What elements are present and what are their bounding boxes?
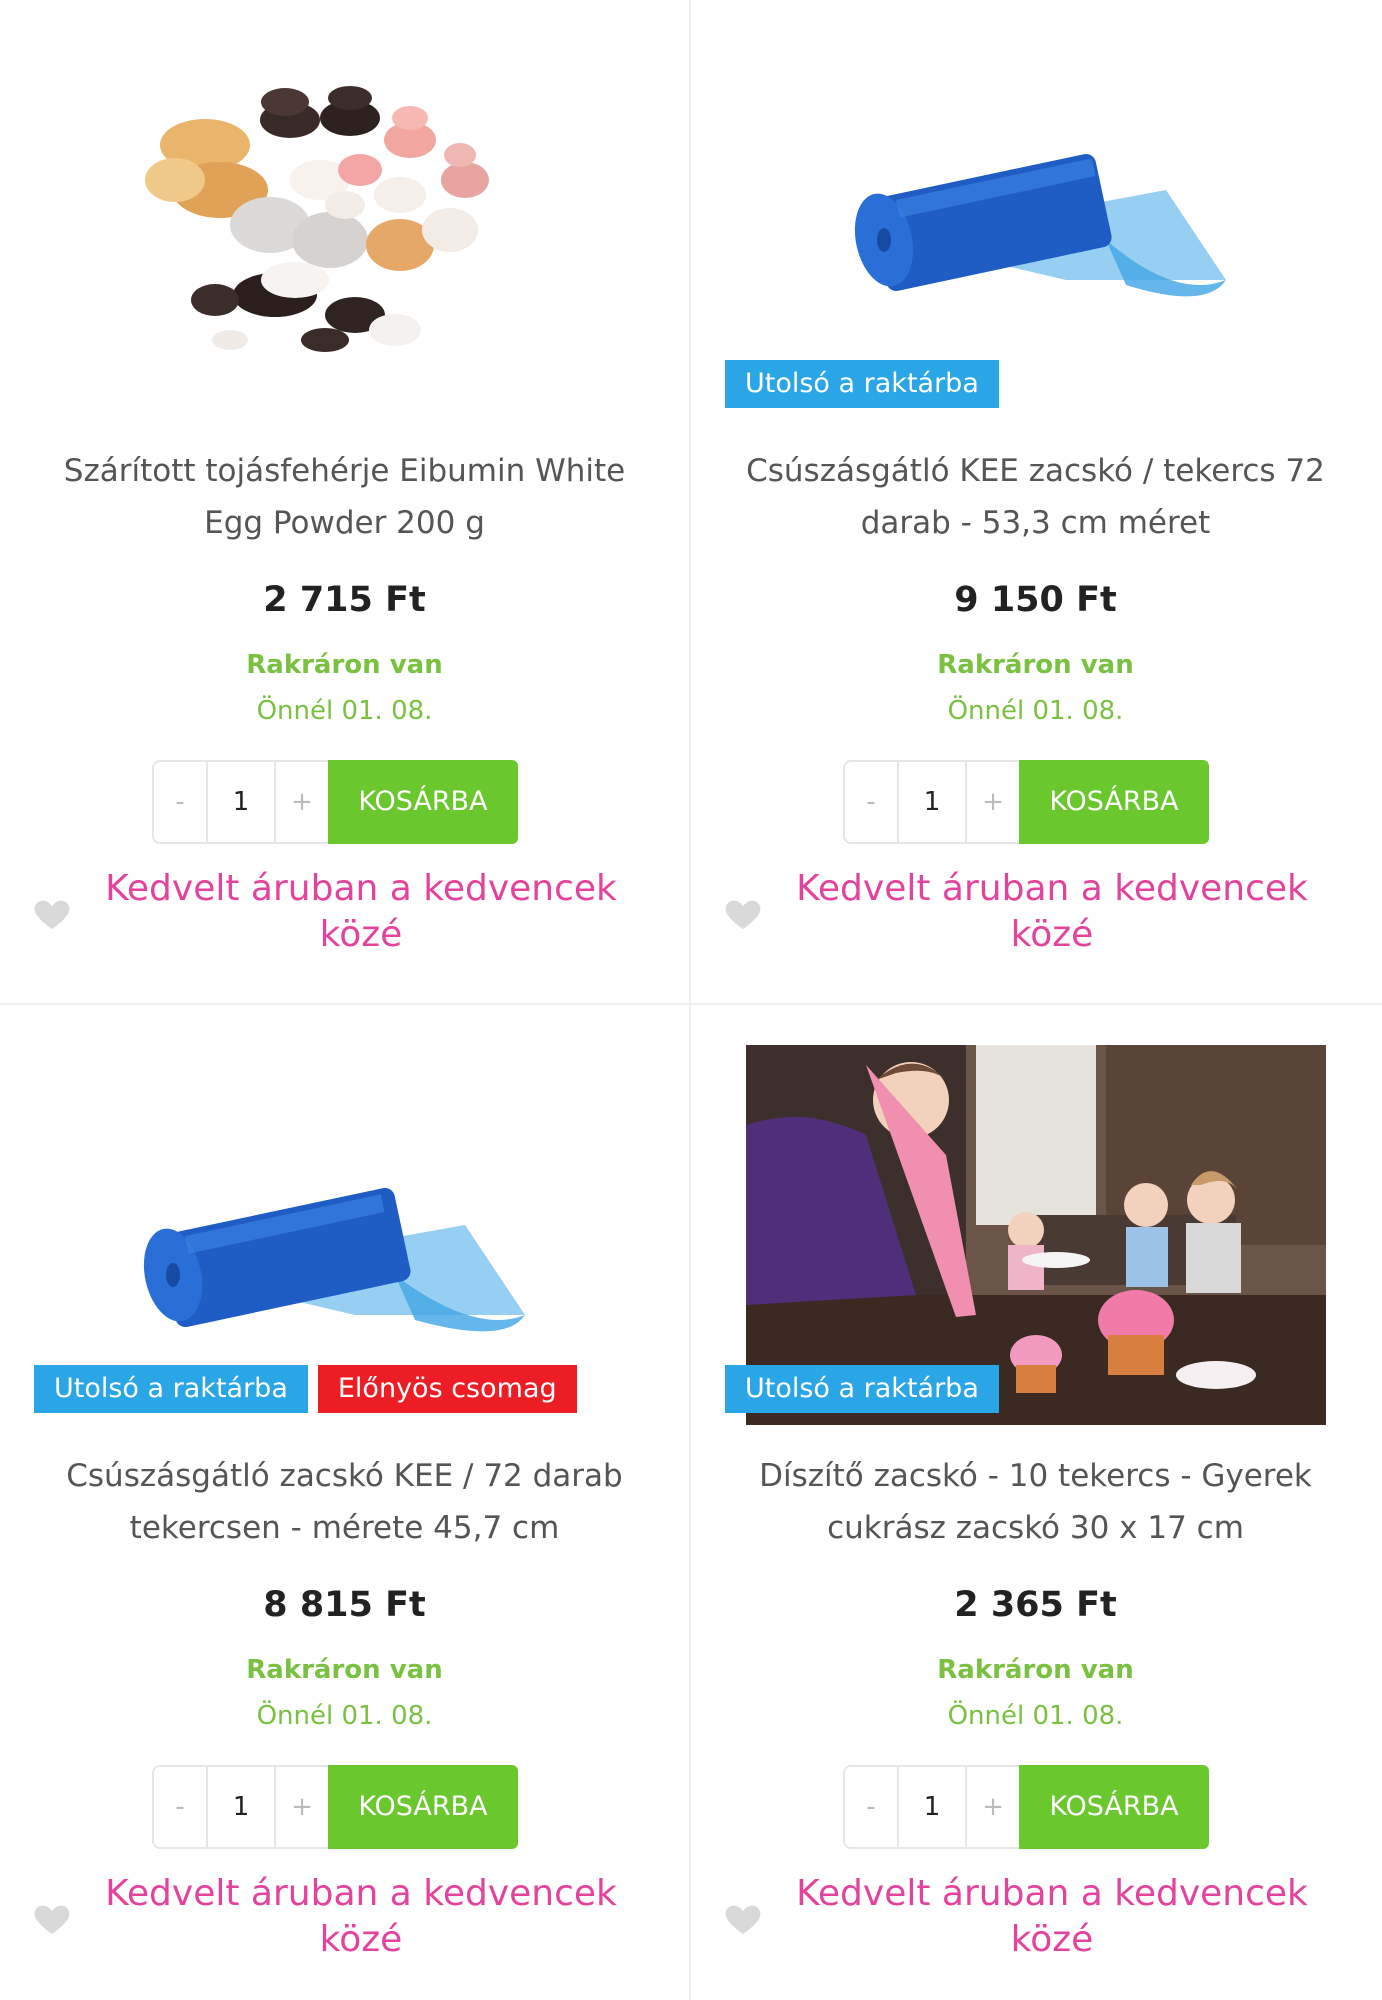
quantity-increase-button[interactable]: + xyxy=(965,762,1019,842)
add-to-cart-row: - 1 + KOSÁRBA xyxy=(843,760,1209,844)
quantity-increase-button[interactable]: + xyxy=(965,1767,1019,1847)
add-to-cart-row: - 1 + KOSÁRBA xyxy=(843,1765,1209,1849)
quantity-input[interactable]: 1 xyxy=(208,1767,274,1847)
quantity-stepper: - 1 + xyxy=(152,1765,328,1849)
product-grid: Szárított tojásfehérje Eibumin White Egg… xyxy=(0,0,1382,2000)
quantity-increase-button[interactable]: + xyxy=(274,1767,328,1847)
badge-last-in-stock: Utolsó a raktárba xyxy=(725,360,999,408)
quantity-input[interactable]: 1 xyxy=(899,1767,965,1847)
add-to-cart-button[interactable]: KOSÁRBA xyxy=(1019,760,1209,844)
product-card: Utolsó a raktárba Díszítő zacskó - 10 te… xyxy=(691,1005,1380,2000)
product-title[interactable]: Csúszásgátló KEE zacskó / tekercs 72 dar… xyxy=(731,445,1340,549)
favorite-row: Kedvelt áruban a kedvencek közé xyxy=(691,1871,1380,1971)
quantity-decrease-button[interactable]: - xyxy=(154,1767,208,1847)
quantity-decrease-button[interactable]: - xyxy=(845,762,899,842)
add-to-favorites-link[interactable]: Kedvelt áruban a kedvencek közé xyxy=(104,1871,618,1963)
delivery-date: Önnél 01. 08. xyxy=(256,696,433,726)
product-title[interactable]: Csúszásgátló zacskó KEE / 72 darab teker… xyxy=(40,1450,649,1554)
quantity-input[interactable]: 1 xyxy=(899,762,965,842)
heart-icon[interactable] xyxy=(723,1899,763,1939)
add-to-favorites-link[interactable]: Kedvelt áruban a kedvencek közé xyxy=(795,1871,1309,1963)
badge-last-in-stock: Utolsó a raktárba xyxy=(725,1365,999,1413)
meringue-cookies-image xyxy=(55,40,635,420)
badge-list: Utolsó a raktárba xyxy=(725,360,999,408)
add-to-cart-row: - 1 + KOSÁRBA xyxy=(152,1765,518,1849)
stock-status: Rakráron van xyxy=(246,650,443,680)
delivery-date: Önnél 01. 08. xyxy=(947,1701,1124,1731)
stock-status: Rakráron van xyxy=(937,1655,1134,1685)
quantity-stepper: - 1 + xyxy=(843,1765,1019,1849)
product-price: 2 365 Ft xyxy=(954,1585,1117,1625)
favorite-row: Kedvelt áruban a kedvencek közé xyxy=(0,1871,689,1971)
add-to-cart-row: - 1 + KOSÁRBA xyxy=(152,760,518,844)
product-card: Utolsó a raktárba Előnyös csomag Csúszás… xyxy=(0,1005,689,2000)
product-card: Szárított tojásfehérje Eibumin White Egg… xyxy=(0,0,689,1003)
add-to-favorites-link[interactable]: Kedvelt áruban a kedvencek közé xyxy=(104,866,618,958)
quantity-increase-button[interactable]: + xyxy=(274,762,328,842)
quantity-stepper: - 1 + xyxy=(152,760,328,844)
heart-icon[interactable] xyxy=(723,894,763,934)
add-to-cart-button[interactable]: KOSÁRBA xyxy=(1019,1765,1209,1849)
favorite-row: Kedvelt áruban a kedvencek közé xyxy=(0,866,689,966)
badge-bundle-deal: Előnyös csomag xyxy=(317,1365,577,1413)
quantity-decrease-button[interactable]: - xyxy=(845,1767,899,1847)
product-title[interactable]: Díszítő zacskó - 10 tekercs - Gyerek cuk… xyxy=(731,1450,1340,1554)
badge-list: Utolsó a raktárba xyxy=(725,1365,999,1413)
add-to-cart-button[interactable]: KOSÁRBA xyxy=(328,760,518,844)
heart-icon[interactable] xyxy=(32,894,72,934)
quantity-stepper: - 1 + xyxy=(843,760,1019,844)
add-to-favorites-link[interactable]: Kedvelt áruban a kedvencek közé xyxy=(795,866,1309,958)
product-image[interactable] xyxy=(55,40,635,420)
delivery-date: Önnél 01. 08. xyxy=(256,1701,433,1731)
badge-list: Utolsó a raktárba Előnyös csomag xyxy=(34,1365,577,1413)
product-price: 2 715 Ft xyxy=(263,580,426,620)
badge-last-in-stock: Utolsó a raktárba xyxy=(34,1365,308,1413)
heart-icon[interactable] xyxy=(32,1899,72,1939)
product-price: 8 815 Ft xyxy=(263,1585,426,1625)
quantity-decrease-button[interactable]: - xyxy=(154,762,208,842)
quantity-input[interactable]: 1 xyxy=(208,762,274,842)
add-to-cart-button[interactable]: KOSÁRBA xyxy=(328,1765,518,1849)
stock-status: Rakráron van xyxy=(937,650,1134,680)
product-card: Utolsó a raktárba Csúszásgátló KEE zacsk… xyxy=(691,0,1380,1003)
delivery-date: Önnél 01. 08. xyxy=(947,696,1124,726)
product-price: 9 150 Ft xyxy=(954,580,1117,620)
product-title[interactable]: Szárított tojásfehérje Eibumin White Egg… xyxy=(40,445,649,549)
favorite-row: Kedvelt áruban a kedvencek közé xyxy=(691,866,1380,966)
stock-status: Rakráron van xyxy=(246,1655,443,1685)
